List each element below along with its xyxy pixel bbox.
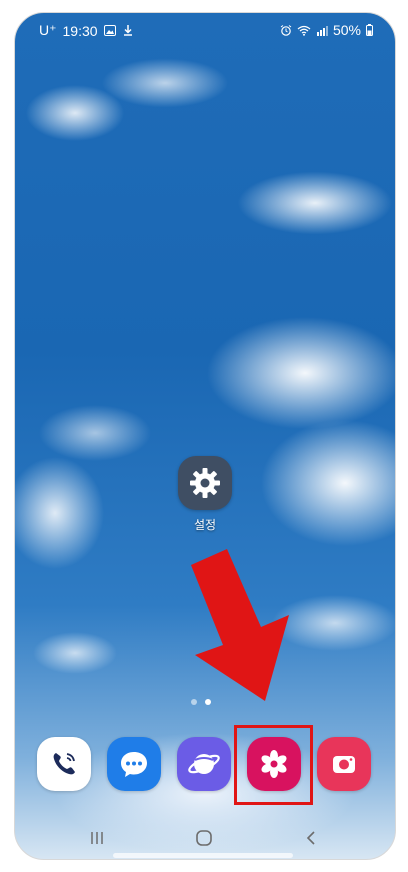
gesture-hint-bar	[113, 853, 293, 858]
settings-app-label: 설정	[193, 518, 217, 532]
page-dot	[191, 699, 197, 705]
camera-app[interactable]	[317, 737, 371, 791]
clock: 19:30	[62, 22, 98, 39]
dock	[15, 725, 395, 805]
recents-icon	[91, 832, 103, 844]
battery-percent: 50%	[332, 22, 361, 38]
messages-app[interactable]	[107, 737, 161, 791]
carrier-label: U⁺	[39, 22, 57, 38]
gear-icon	[190, 468, 220, 498]
settings-app[interactable]: 설정	[175, 456, 235, 533]
home-button[interactable]	[192, 828, 216, 848]
recents-button[interactable]	[85, 828, 109, 848]
battery-icon	[366, 24, 373, 36]
red-arrow-annotation	[191, 549, 289, 701]
phone-app[interactable]	[37, 737, 91, 791]
signal-icon	[316, 25, 328, 36]
download-icon	[123, 25, 132, 36]
back-chevron-icon	[306, 831, 315, 845]
alarm-icon	[280, 24, 292, 36]
page-dot-active	[205, 699, 211, 705]
image-notification-icon	[103, 25, 116, 36]
settings-app-icon	[178, 456, 232, 510]
camera-icon	[333, 756, 355, 773]
internet-app[interactable]	[177, 737, 231, 791]
navigation-bar	[15, 818, 395, 858]
home-screen: U⁺ 19:30 50% 설정	[14, 12, 396, 860]
status-bar: U⁺ 19:30 50%	[15, 13, 395, 47]
highlight-box-annotation	[234, 725, 313, 805]
chat-bubble-icon	[121, 752, 147, 777]
back-button[interactable]	[299, 828, 323, 848]
phone-icon	[53, 753, 75, 775]
page-indicator	[191, 699, 211, 705]
wifi-icon	[297, 25, 311, 36]
home-icon	[196, 830, 212, 846]
planet-icon	[188, 754, 220, 774]
